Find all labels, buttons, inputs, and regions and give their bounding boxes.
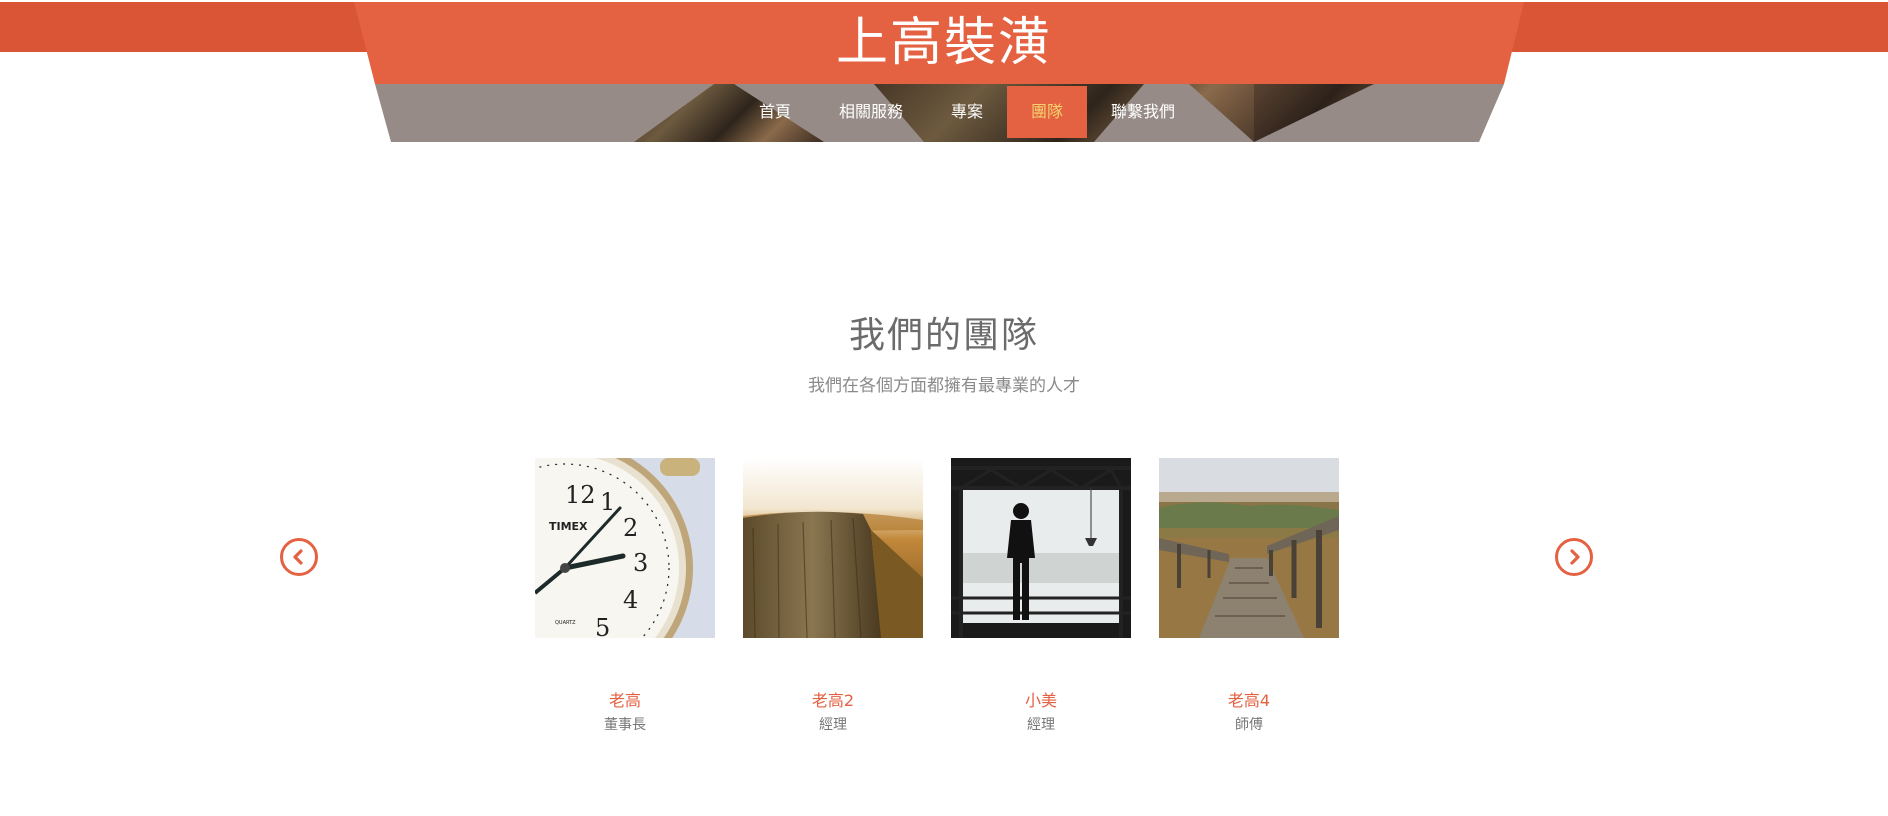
nav-item-services[interactable]: 相關服務 [815,86,927,138]
member-role: 經理 [1027,717,1055,733]
man-at-window-photo[interactable] [951,458,1131,638]
chevron-right-icon [1570,549,1580,565]
section-subtitle: 我們在各個方面都擁有最專業的人才 [808,376,1080,396]
section-title: 我們的團隊 [848,315,1039,356]
team-member-card: 老高4 師傅 [1159,458,1339,734]
svg-text:1: 1 [600,488,615,516]
nav-item-team[interactable]: 團隊 [1007,86,1088,138]
carousel-next-button[interactable] [1555,538,1593,576]
member-name[interactable]: 老高2 [743,691,923,711]
nav-item-home[interactable]: 首頁 [735,86,815,138]
team-member-card: 老高2 經理 [743,458,923,734]
nav-item-contact[interactable]: 聯繫我們 [1087,86,1199,138]
pocket-watch-photo[interactable]: 12 1 2 3 4 5 TIMEX QUARTZ [535,458,715,638]
team-member-card: 小美 經理 [951,458,1131,734]
member-name[interactable]: 老高4 [1159,691,1339,711]
tree-stump-photo[interactable] [743,458,923,638]
chevron-left-icon [293,549,303,565]
svg-text:TIMEX: TIMEX [549,520,588,533]
member-role: 董事長 [604,717,646,733]
member-name[interactable]: 小美 [951,691,1131,711]
svg-text:12: 12 [565,481,596,509]
svg-text:3: 3 [633,549,648,577]
nav-item-projects[interactable]: 專案 [927,86,1007,138]
boardwalk-photo[interactable] [1159,458,1339,638]
svg-text:QUARTZ: QUARTZ [555,620,576,626]
main-nav: 首頁 相關服務 專案 團隊 聯繫我們 [0,86,1888,138]
svg-text:2: 2 [623,514,638,542]
svg-text:5: 5 [595,614,610,638]
member-role: 師傅 [1235,717,1263,733]
member-role: 經理 [819,717,847,733]
team-member-card: 12 1 2 3 4 5 TIMEX QUARTZ 老高 董事長 [535,458,715,734]
site-logo-title[interactable]: 上高裝潢 [0,11,1888,75]
member-name[interactable]: 老高 [535,691,715,711]
svg-text:4: 4 [623,586,638,614]
carousel-prev-button[interactable] [280,538,318,576]
